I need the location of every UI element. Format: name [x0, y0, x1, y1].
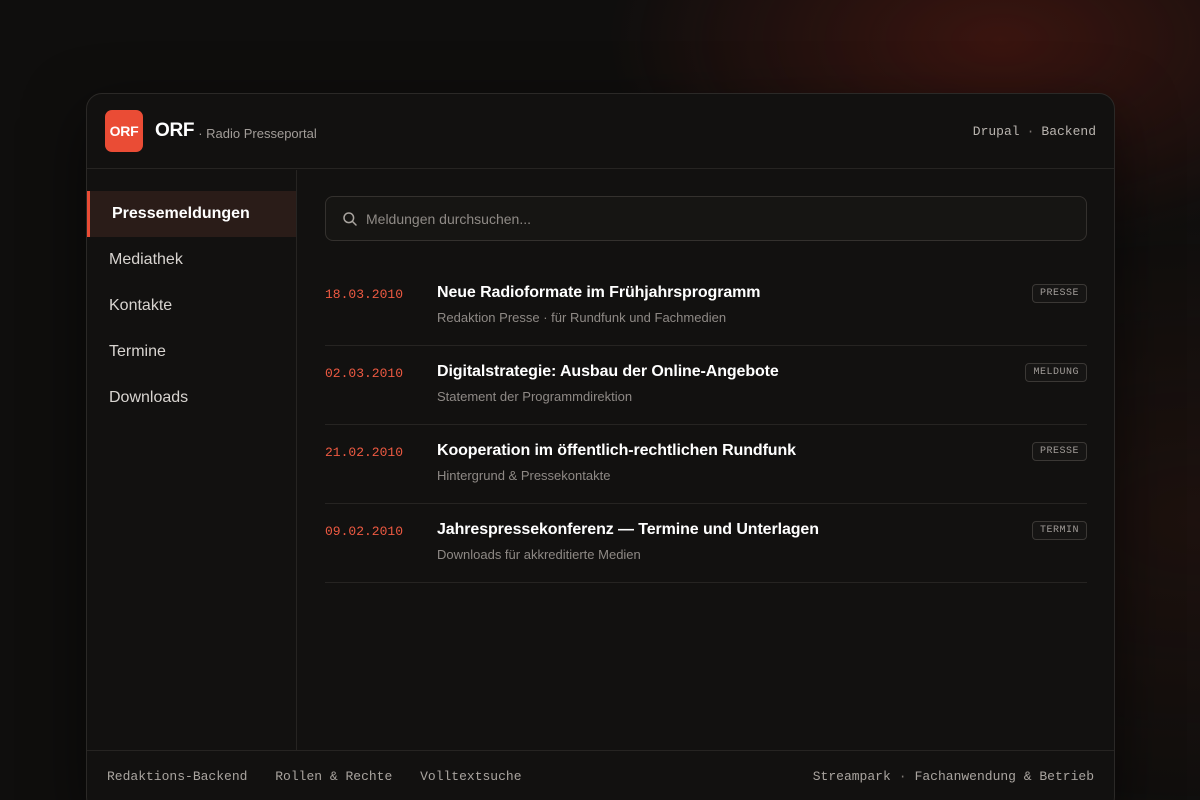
main-content: 18.03.2010 Neue Radioformate im Frühjahr…	[325, 170, 1087, 583]
sidebar-item-mediathek[interactable]: Mediathek	[87, 237, 296, 283]
search-input[interactable]	[366, 210, 1046, 227]
list-item[interactable]: 21.02.2010 Kooperation im öffentlich-rec…	[325, 425, 1087, 504]
release-title[interactable]: Kooperation im öffentlich-rechtlichen Ru…	[437, 442, 796, 460]
app-footer: Redaktions-Backend Rollen & Rechte Vollt…	[87, 750, 1114, 800]
release-date: 09.02.2010	[325, 524, 404, 539]
release-tag-badge: TERMIN	[1031, 521, 1087, 540]
header-meta: Drupal · Backend	[973, 124, 1096, 139]
list-item[interactable]: 02.03.2010 Digitalstrategie: Ausbau der …	[325, 346, 1087, 425]
release-date: 21.02.2010	[325, 445, 404, 460]
sidebar-item-label: Downloads	[109, 389, 189, 406]
list-item[interactable]: 09.02.2010 Jahrespressekonferenz — Termi…	[325, 504, 1087, 583]
sidebar-item-label: Termine	[109, 343, 166, 360]
release-subtitle: Downloads für akkreditierte Medien	[437, 547, 641, 562]
list-item[interactable]: 18.03.2010 Neue Radioformate im Frühjahr…	[325, 267, 1087, 346]
release-tag-badge: MELDUNG	[1025, 363, 1087, 382]
footer-link-volltextsuche[interactable]: Volltextsuche	[420, 769, 521, 784]
footer-operation-label: Fachanwendung & Betrieb	[914, 769, 1094, 784]
release-tag-badge: PRESSE	[1031, 284, 1087, 303]
sidebar-item-label: Pressemeldungen	[112, 205, 250, 222]
footer-links: Redaktions-Backend Rollen & Rechte Vollt…	[107, 769, 542, 784]
sidebar-item-pressemeldungen[interactable]: Pressemeldungen	[87, 191, 296, 237]
release-title[interactable]: Digitalstrategie: Ausbau der Online-Ange…	[437, 363, 779, 381]
footer-meta: Streampark · Fachanwendung & Betrieb	[813, 769, 1094, 784]
release-date: 02.03.2010	[325, 366, 404, 381]
press-release-list: 18.03.2010 Neue Radioformate im Frühjahr…	[325, 267, 1087, 583]
app-header: ORF ORF · Radio Presseportal Drupal · Back…	[87, 94, 1114, 169]
sidebar-item-label: Mediathek	[109, 251, 183, 268]
release-subtitle: Hintergrund & Pressekontakte	[437, 468, 611, 483]
release-subtitle: Statement der Programmdirektion	[437, 389, 633, 404]
release-title[interactable]: Neue Radioformate im Frühjahrsprogramm	[437, 284, 760, 302]
footer-streampark-label: Streampark	[812, 769, 891, 784]
search-icon	[342, 211, 358, 227]
header-backend-label: Backend	[1041, 123, 1096, 139]
footer-link-redaktions-backend[interactable]: Redaktions-Backend	[107, 769, 247, 784]
footer-link-rollen-rechte[interactable]: Rollen & Rechte	[275, 769, 392, 784]
footer-separator: ·	[898, 769, 907, 784]
sidebar: Pressemeldungen Mediathek Kontakte Termi…	[87, 170, 297, 750]
sidebar-item-kontakte[interactable]: Kontakte	[87, 283, 296, 329]
app-window: ORF ORF · Radio Presseportal Drupal · Back…	[86, 93, 1115, 800]
release-subtitle: Redaktion Presse · für Rundfunk und Fach…	[437, 310, 727, 325]
release-date: 18.03.2010	[325, 287, 404, 302]
brand-subtitle: · Radio Presseportal	[198, 125, 317, 141]
search-bar[interactable]	[325, 196, 1087, 241]
sidebar-item-label: Kontakte	[109, 297, 173, 314]
orf-logo[interactable]: ORF	[105, 110, 143, 152]
header-separator: ·	[1026, 123, 1035, 139]
brand-name: ORF	[155, 120, 195, 141]
sidebar-item-termine[interactable]: Termine	[87, 329, 296, 375]
sidebar-item-downloads[interactable]: Downloads	[87, 375, 296, 421]
release-title[interactable]: Jahrespressekonferenz — Termine und Unte…	[437, 521, 819, 539]
release-tag-badge: PRESSE	[1031, 442, 1087, 461]
header-cms-label: Drupal	[972, 123, 1020, 139]
